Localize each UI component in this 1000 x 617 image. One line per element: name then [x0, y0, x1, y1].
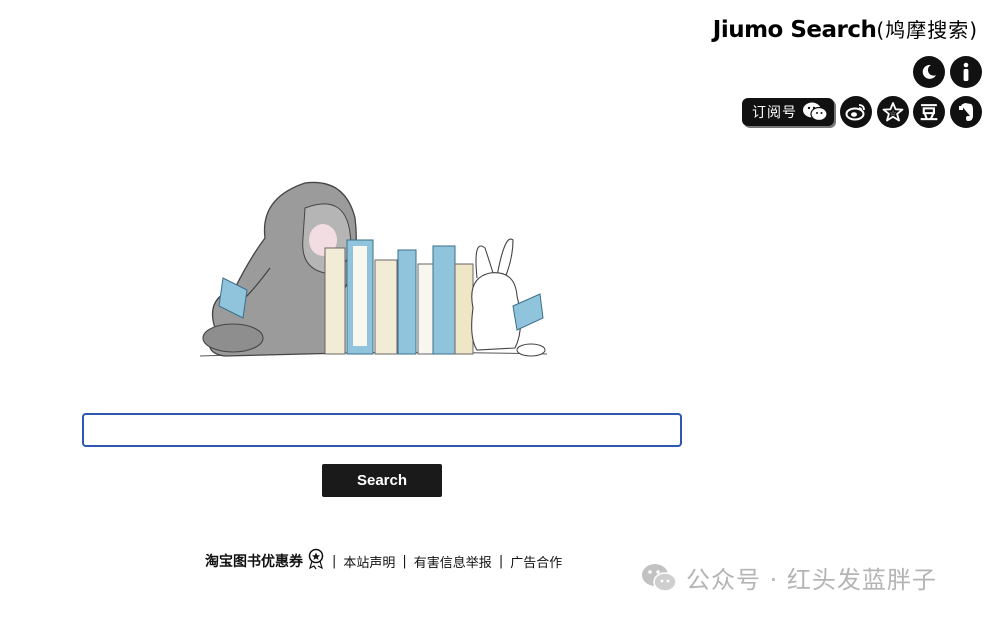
subscribe-label: 订阅号 [752, 105, 797, 121]
wechat-icon [802, 101, 828, 127]
footer-link-report[interactable]: 有害信息举报 [414, 552, 492, 571]
douban-icon[interactable]: 豆 [913, 96, 945, 128]
moon-icon[interactable] [913, 56, 945, 88]
svg-text:☆: ☆ [890, 110, 896, 118]
evernote-icon[interactable] [950, 96, 982, 128]
star-icon[interactable]: ☆ [877, 96, 909, 128]
wechat-watermark-icon [642, 563, 677, 592]
separator: | [332, 553, 337, 569]
brand-chinese: (鸠摩搜索) [876, 18, 978, 42]
search-input[interactable] [82, 413, 682, 447]
search-button[interactable]: Search [322, 464, 442, 497]
separator: | [498, 553, 504, 569]
brand-english: Jiumo Search [712, 17, 877, 43]
promo-link[interactable]: 淘宝图书优惠券 [205, 551, 303, 571]
footer: 淘宝图书优惠券 | 本站声明 | 有害信息举报 | 广告合作 [205, 548, 562, 574]
info-icon[interactable] [950, 56, 982, 88]
separator: | [402, 553, 407, 569]
subscribe-button[interactable]: 订阅号 [742, 98, 834, 126]
footer-link-statement[interactable]: 本站声明 [343, 552, 395, 571]
douban-glyph: 豆 [920, 103, 938, 124]
footer-link-ads[interactable]: 广告合作 [510, 552, 562, 571]
watermark: 公众号 · 红头发蓝胖子 [640, 560, 937, 595]
logo-illustration [195, 178, 555, 374]
badge-icon [307, 548, 325, 574]
weibo-icon[interactable] [840, 96, 872, 128]
site-brand[interactable]: Jiumo Search(鸠摩搜索) [713, 14, 978, 43]
watermark-text: 公众号 · 红头发蓝胖子 [686, 566, 937, 594]
